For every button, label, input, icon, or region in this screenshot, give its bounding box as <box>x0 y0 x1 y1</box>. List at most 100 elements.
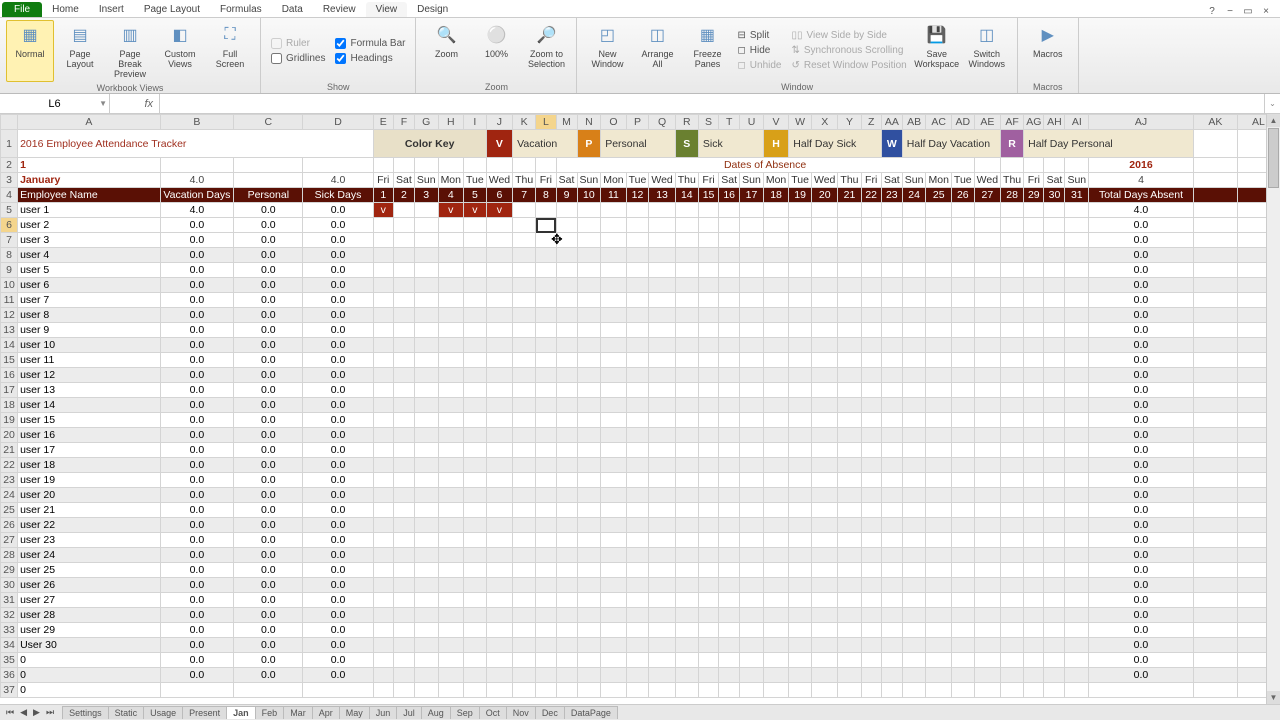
day-cell[interactable] <box>556 518 577 533</box>
day-cell[interactable] <box>902 248 926 263</box>
day-cell[interactable] <box>974 668 1000 683</box>
row-header[interactable]: 10 <box>1 278 18 293</box>
day-cell[interactable] <box>556 248 577 263</box>
sick-days[interactable]: 0.0 <box>303 218 373 233</box>
day-cell[interactable] <box>536 413 556 428</box>
day-cell[interactable] <box>577 263 601 278</box>
day-cell[interactable] <box>974 398 1000 413</box>
day-cell[interactable] <box>675 683 698 698</box>
day-cell[interactable] <box>438 233 463 248</box>
day-cell[interactable]: v <box>373 203 393 218</box>
day-cell[interactable] <box>719 413 740 428</box>
day-cell[interactable] <box>556 608 577 623</box>
day-cell[interactable] <box>881 473 902 488</box>
day-cell[interactable] <box>626 263 649 278</box>
ribbon-tab-insert[interactable]: Insert <box>89 2 134 17</box>
day-cell[interactable] <box>536 593 556 608</box>
column-header-AI[interactable]: AI <box>1065 115 1089 130</box>
day-cell[interactable] <box>926 428 951 443</box>
day-cell[interactable] <box>698 488 718 503</box>
day-cell[interactable] <box>414 593 438 608</box>
row-header[interactable]: 35 <box>1 653 18 668</box>
day-cell[interactable] <box>675 638 698 653</box>
day-cell[interactable] <box>719 383 740 398</box>
day-cell[interactable] <box>464 653 487 668</box>
column-header-E[interactable]: E <box>373 115 393 130</box>
day-cell[interactable] <box>881 278 902 293</box>
day-cell[interactable] <box>1024 668 1044 683</box>
day-cell[interactable] <box>513 563 536 578</box>
day-cell[interactable] <box>812 488 838 503</box>
vacation-days[interactable]: 0.0 <box>160 413 234 428</box>
day-cell[interactable] <box>881 308 902 323</box>
employee-name[interactable]: user 8 <box>18 308 160 323</box>
day-cell[interactable] <box>740 293 764 308</box>
sick-days[interactable]: 0.0 <box>303 353 373 368</box>
headings-checkbox[interactable]: Headings <box>331 52 409 65</box>
day-cell[interactable] <box>414 548 438 563</box>
day-cell[interactable] <box>393 428 414 443</box>
day-cell[interactable] <box>486 218 512 233</box>
sheet-tab-present[interactable]: Present <box>182 706 227 719</box>
day-cell[interactable] <box>881 398 902 413</box>
day-cell[interactable] <box>951 578 974 593</box>
day-cell[interactable] <box>789 398 812 413</box>
day-cell[interactable] <box>789 248 812 263</box>
day-cell[interactable] <box>719 518 740 533</box>
total-absent[interactable]: 0.0 <box>1089 233 1194 248</box>
day-cell[interactable] <box>926 413 951 428</box>
personal-days[interactable]: 0.0 <box>234 338 303 353</box>
day-cell[interactable] <box>675 443 698 458</box>
row-header[interactable]: 17 <box>1 383 18 398</box>
personal-days[interactable]: 0.0 <box>234 638 303 653</box>
day-cell[interactable] <box>1044 398 1065 413</box>
day-cell[interactable] <box>881 203 902 218</box>
row-header[interactable]: 33 <box>1 623 18 638</box>
day-cell[interactable] <box>1024 293 1044 308</box>
day-cell[interactable] <box>1001 458 1024 473</box>
vacation-days[interactable]: 0.0 <box>160 293 234 308</box>
day-cell[interactable] <box>838 518 861 533</box>
day-cell[interactable] <box>393 248 414 263</box>
day-cell[interactable] <box>763 683 788 698</box>
day-cell[interactable] <box>719 218 740 233</box>
day-cell[interactable] <box>789 428 812 443</box>
day-cell[interactable] <box>719 668 740 683</box>
day-cell[interactable] <box>812 368 838 383</box>
day-cell[interactable] <box>951 218 974 233</box>
day-cell[interactable] <box>1065 473 1089 488</box>
day-cell[interactable] <box>536 203 556 218</box>
day-cell[interactable] <box>556 668 577 683</box>
day-cell[interactable] <box>675 308 698 323</box>
row-header[interactable]: 9 <box>1 263 18 278</box>
day-cell[interactable] <box>393 458 414 473</box>
column-header-L[interactable]: L <box>536 115 556 130</box>
vacation-days[interactable]: 0.0 <box>160 458 234 473</box>
day-cell[interactable] <box>740 383 764 398</box>
day-cell[interactable] <box>393 308 414 323</box>
day-cell[interactable] <box>881 218 902 233</box>
day-cell[interactable] <box>373 248 393 263</box>
day-cell[interactable] <box>536 278 556 293</box>
day-cell[interactable] <box>513 503 536 518</box>
day-cell[interactable] <box>464 533 487 548</box>
day-cell[interactable] <box>536 518 556 533</box>
sick-days[interactable]: 0.0 <box>303 593 373 608</box>
day-cell[interactable] <box>789 383 812 398</box>
day-cell[interactable] <box>789 563 812 578</box>
cell[interactable] <box>414 158 438 173</box>
column-header-AE[interactable]: AE <box>974 115 1000 130</box>
day-cell[interactable] <box>649 353 675 368</box>
day-cell[interactable] <box>763 353 788 368</box>
row-header[interactable]: 12 <box>1 308 18 323</box>
ribbon-tab-page-layout[interactable]: Page Layout <box>134 2 210 17</box>
day-cell[interactable] <box>789 488 812 503</box>
column-header-K[interactable]: K <box>513 115 536 130</box>
day-cell[interactable] <box>626 638 649 653</box>
vacation-days[interactable]: 0.0 <box>160 608 234 623</box>
day-cell[interactable] <box>1044 668 1065 683</box>
day-cell[interactable] <box>740 413 764 428</box>
day-cell[interactable] <box>974 218 1000 233</box>
day-cell[interactable] <box>373 293 393 308</box>
day-cell[interactable] <box>926 248 951 263</box>
